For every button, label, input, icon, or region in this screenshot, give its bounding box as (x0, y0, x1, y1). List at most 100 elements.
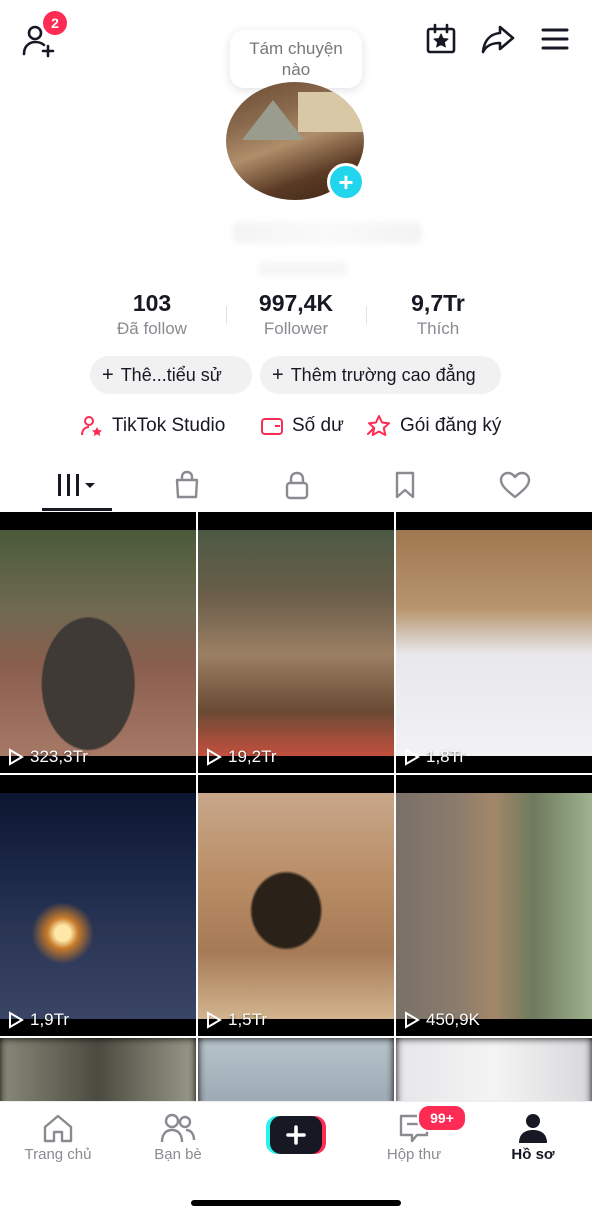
calendar-star-icon (426, 23, 456, 54)
avatar-background (298, 92, 364, 132)
create-button[interactable] (266, 1116, 326, 1154)
play-icon (405, 1011, 420, 1029)
stat-divider (366, 306, 367, 324)
followers-stat[interactable]: 997,4K Follower (226, 290, 366, 339)
view-count: 1,8Tr (404, 747, 465, 767)
views-text: 1,5Tr (228, 1010, 268, 1029)
bookmark-icon (395, 471, 415, 499)
avatar-tent (242, 100, 304, 140)
video-thumbnail[interactable] (396, 1038, 592, 1108)
subscription-label: Gói đăng ký (400, 415, 502, 436)
subscription-link[interactable]: Gói đăng ký (366, 412, 501, 440)
video-thumbnail[interactable] (0, 1038, 196, 1108)
play-icon (9, 748, 24, 766)
video-thumbnail[interactable]: 323,3Tr (0, 512, 196, 773)
nav-home[interactable]: Trang chủ (8, 1110, 108, 1163)
following-label: Đã follow (117, 319, 187, 338)
plus-icon: + (272, 363, 284, 386)
studio-label: TikTok Studio (112, 415, 226, 436)
tab-shop[interactable] (152, 460, 222, 510)
studio-person-icon (81, 416, 102, 436)
share-button[interactable] (478, 20, 518, 58)
video-grid-icon (58, 474, 95, 496)
friends-count-badge: 2 (43, 11, 67, 35)
video-grid: 323,3Tr 19,2Tr 1,8Tr 1,9Tr 1,5Tr 450,9K (0, 512, 592, 1108)
video-thumbnail[interactable]: 19,2Tr (198, 512, 394, 773)
view-count: 450,9K (404, 1010, 480, 1030)
followers-label: Follower (263, 319, 329, 338)
tab-private[interactable] (262, 460, 332, 510)
menu-button[interactable] (538, 22, 572, 56)
video-thumbnail[interactable]: 1,8Tr (396, 512, 592, 773)
likes-label: Thích (416, 319, 460, 338)
subscription-star-icon (367, 415, 390, 436)
view-count: 1,5Tr (206, 1010, 267, 1030)
following-count: 103 (132, 290, 172, 316)
play-icon (405, 748, 420, 766)
add-bio-button[interactable]: + Thê...tiểu sử (90, 356, 252, 394)
balance-link[interactable]: Số dư (260, 412, 344, 440)
following-stat[interactable]: 103 Đã follow (82, 290, 222, 339)
hamburger-menu-icon (541, 28, 569, 50)
home-indicator (191, 1200, 401, 1206)
views-text: 19,2Tr (228, 747, 277, 766)
video-thumbnail[interactable] (198, 1038, 394, 1108)
video-thumbnail[interactable]: 1,9Tr (0, 775, 196, 1036)
tab-liked[interactable] (480, 460, 550, 510)
add-school-label: Thêm trường cao đẳng (290, 364, 476, 385)
likes-stat[interactable]: 9,7Tr Thích (368, 290, 508, 339)
video-frame (0, 1038, 196, 1108)
followers-count: 997,4K (258, 290, 334, 316)
heart-icon (499, 471, 531, 499)
nav-profile-label: Hồ sơ (511, 1146, 555, 1163)
share-icon (481, 25, 515, 54)
active-tab-indicator (42, 508, 112, 511)
play-icon (9, 1011, 24, 1029)
nav-inbox-label: Hộp thư (386, 1146, 442, 1163)
views-text: 450,9K (426, 1010, 480, 1029)
video-thumbnail[interactable]: 1,5Tr (198, 775, 394, 1036)
create-plus-icon (266, 1116, 326, 1154)
add-bio-label: Thê...tiểu sử (120, 364, 222, 385)
tab-videos[interactable] (42, 460, 112, 510)
video-frame (396, 1038, 592, 1108)
video-frame (396, 793, 592, 1019)
blurred-name (232, 222, 422, 244)
video-frame (0, 793, 196, 1019)
blurred-username (258, 262, 348, 276)
video-frame (198, 793, 394, 1019)
tab-saved[interactable] (370, 460, 440, 510)
view-count: 1,9Tr (8, 1010, 69, 1030)
video-frame (198, 1038, 394, 1108)
shopping-bag-icon (175, 470, 199, 499)
nav-home-label: Trang chủ (24, 1146, 92, 1163)
nav-friends[interactable]: Bạn bè (128, 1110, 228, 1163)
profile-icon (519, 1114, 547, 1143)
balance-label: Số dư (292, 415, 344, 436)
profile-tabs (0, 460, 592, 512)
status-bubble[interactable]: Tám chuyện nào (230, 30, 362, 88)
add-school-button[interactable]: + Thêm trường cao đẳng (260, 356, 501, 394)
plus-icon: + (102, 363, 114, 386)
views-text: 1,9Tr (30, 1010, 70, 1029)
view-count: 19,2Tr (206, 747, 277, 767)
wallet-icon (261, 418, 283, 435)
play-icon (207, 748, 222, 766)
inbox-count-badge: 99+ (417, 1104, 467, 1132)
likes-count: 9,7Tr (411, 290, 465, 316)
video-frame (0, 530, 196, 756)
video-frame (198, 530, 394, 756)
views-text: 323,3Tr (30, 747, 88, 766)
video-thumbnail[interactable]: 450,9K (396, 775, 592, 1036)
calendar-button[interactable] (422, 20, 460, 58)
tiktok-studio-link[interactable]: TikTok Studio (80, 412, 225, 440)
nav-profile[interactable]: Hồ sơ (483, 1110, 583, 1163)
nav-friends-label: Bạn bè (154, 1146, 202, 1163)
play-icon (207, 1011, 222, 1029)
video-frame (396, 530, 592, 756)
friends-icon (160, 1113, 196, 1143)
views-text: 1,8Tr (426, 747, 466, 766)
view-count: 323,3Tr (8, 747, 88, 767)
add-avatar-icon[interactable]: + (327, 163, 365, 201)
lock-icon (285, 471, 309, 500)
